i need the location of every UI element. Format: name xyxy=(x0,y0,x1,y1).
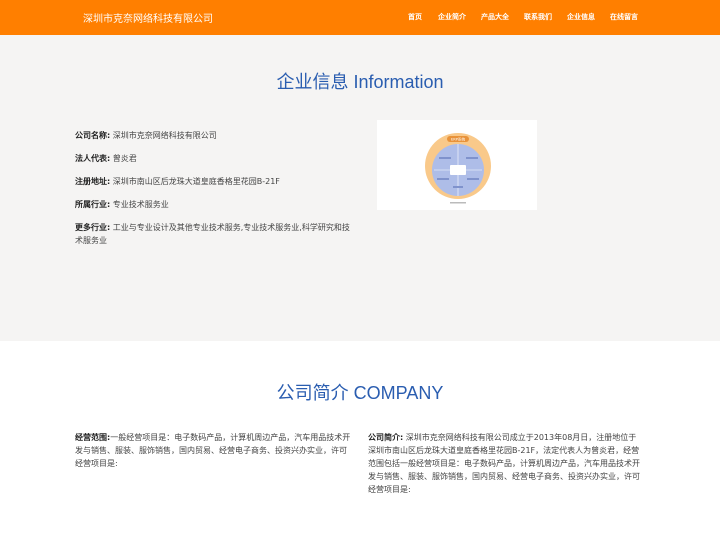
info-label: 法人代表: xyxy=(75,154,111,163)
info-section-title: 企业信息 Information xyxy=(276,72,444,92)
info-row-company-name: 公司名称: 深圳市克奈网络科技有限公司 xyxy=(75,129,355,142)
nav-item-message[interactable]: 在线留言 xyxy=(610,12,638,22)
nav-item-home[interactable]: 首页 xyxy=(408,12,422,22)
business-scope-text: 一般经营项目是：电子数码产品，计算机周边产品，汽车用品技术开发与销售、服装、服饰… xyxy=(75,433,351,468)
company-intro-paragraph: 公司简介: 深圳市克奈网络科技有限公司成立于2013年08月日，注册地位于深圳市… xyxy=(368,431,642,496)
site-header: 深圳市克奈网络科技有限公司 首页 企业简介 产品大全 联系我们 企业信息 在线留… xyxy=(0,0,720,35)
company-intro-text: 深圳市克奈网络科技有限公司成立于2013年08月日，注册地位于深圳市南山区后龙珠… xyxy=(368,433,640,494)
info-value: 深圳市南山区后龙珠大道皇庭香格里花园B-21F xyxy=(112,177,280,186)
company-profile-section: 公司简介 COMPANY 经营范围:一般经营项目是：电子数码产品，计算机周边产品… xyxy=(0,341,720,540)
info-label: 更多行业: xyxy=(75,223,111,232)
info-value: 深圳市克奈网络科技有限公司 xyxy=(112,131,217,140)
nav-item-contact[interactable]: 联系我们 xyxy=(524,12,552,22)
info-label: 所属行业: xyxy=(75,200,111,209)
info-label: 注册地址: xyxy=(75,177,111,186)
info-row-more-industries: 更多行业: 工业与专业设计及其他专业技术服务,专业技术服务业,科学研究和技术服务… xyxy=(75,221,355,247)
info-label: 公司名称: xyxy=(75,131,111,140)
info-row-legal-rep: 法人代表: 曾炎君 xyxy=(75,152,355,165)
info-value: 工业与专业设计及其他专业技术服务,专业技术服务业,科学研究和技术服务业 xyxy=(75,223,350,245)
nav-item-products[interactable]: 产品大全 xyxy=(481,12,509,22)
info-row-address: 注册地址: 深圳市南山区后龙珠大道皇庭香格里花园B-21F xyxy=(75,175,355,188)
info-row-industry: 所属行业: 专业技术服务业 xyxy=(75,198,355,211)
nav-item-company-info[interactable]: 企业信息 xyxy=(567,12,595,22)
diagram-center-box xyxy=(450,165,466,175)
business-scope-label: 经营范围: xyxy=(75,433,111,442)
nav-item-about[interactable]: 企业简介 xyxy=(438,12,466,22)
company-intro-label: 公司简介: xyxy=(368,433,404,442)
info-value: 曾炎君 xyxy=(112,154,137,163)
erp-diagram-graphic: ERP系统 xyxy=(425,133,491,204)
company-section-title: 公司简介 COMPANY xyxy=(276,383,444,403)
company-info-section: 企业信息 Information 公司名称: 深圳市克奈网络科技有限公司 法人代… xyxy=(0,35,720,341)
main-nav: 首页 企业简介 产品大全 联系我们 企业信息 在线留言 xyxy=(0,12,720,24)
diagram-heading: ERP系统 xyxy=(451,137,466,142)
info-value: 专业技术服务业 xyxy=(112,200,169,209)
erp-diagram-image: ERP系统 xyxy=(377,120,537,210)
business-scope-paragraph: 经营范围:一般经营项目是：电子数码产品，计算机周边产品，汽车用品技术开发与销售、… xyxy=(75,431,353,470)
